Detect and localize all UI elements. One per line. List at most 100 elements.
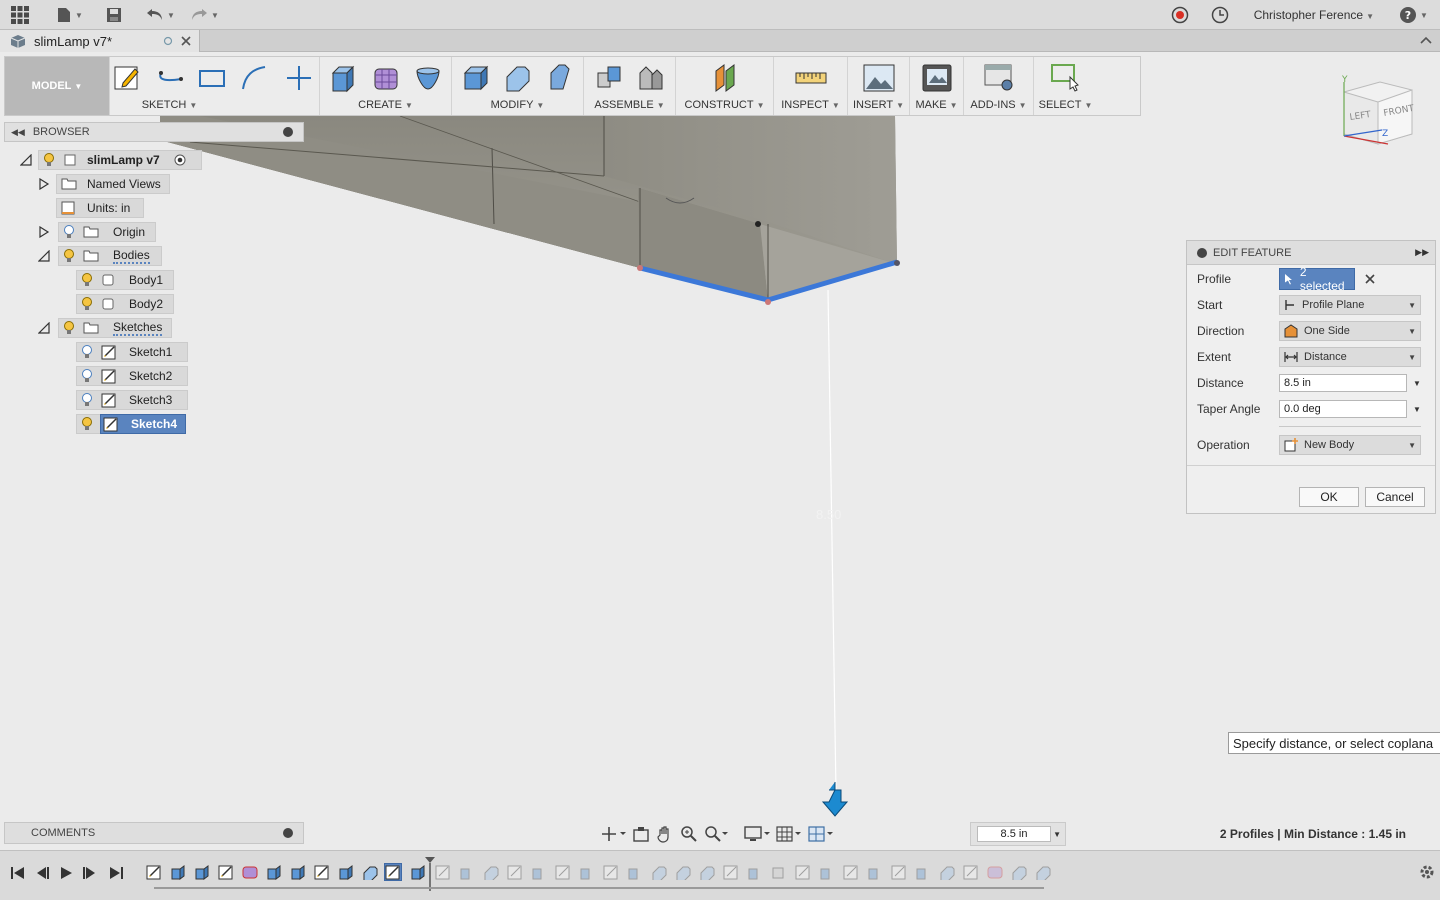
start-select[interactable]: Profile Plane ▼: [1279, 295, 1421, 315]
timeline-feature-extrude[interactable]: [289, 863, 307, 881]
timeline-feature-extrude[interactable]: [866, 863, 884, 881]
grid-settings-icon[interactable]: [776, 825, 802, 843]
select-menu[interactable]: SELECT ▼: [1039, 99, 1093, 113]
pan-hand-icon[interactable]: [656, 825, 674, 843]
add-comment-icon[interactable]: [283, 828, 293, 838]
make-menu[interactable]: MAKE ▼: [915, 99, 957, 113]
record-icon[interactable]: [1171, 6, 1189, 24]
save-icon[interactable]: [106, 6, 122, 24]
timeline-feature-sketch[interactable]: [217, 863, 235, 881]
modify-menu[interactable]: MODIFY ▼: [491, 99, 545, 113]
dialog-collapse-icon[interactable]: [1197, 247, 1207, 258]
3d-print-icon[interactable]: [919, 60, 955, 96]
timeline-feature-active-sketch[interactable]: [384, 863, 402, 881]
expand-toggle-icon[interactable]: [38, 322, 50, 334]
lightbulb-icon[interactable]: [63, 225, 75, 239]
tree-item-named-views[interactable]: Named Views: [56, 174, 170, 194]
timeline-feature-sketch[interactable]: [794, 863, 812, 881]
comments-panel-header[interactable]: COMMENTS: [4, 822, 304, 844]
timeline-feature-sketch[interactable]: [434, 863, 452, 881]
tree-item-root[interactable]: slimLamp v7: [38, 150, 202, 170]
press-pull-icon[interactable]: [458, 60, 494, 96]
tree-item-sketches[interactable]: Sketches: [58, 318, 172, 338]
fillet-icon[interactable]: [500, 60, 536, 96]
apps-grid-icon[interactable]: [11, 6, 29, 24]
clear-selection-icon[interactable]: [1365, 274, 1375, 284]
activate-radio-icon[interactable]: [174, 154, 186, 166]
cancel-button[interactable]: Cancel: [1365, 487, 1425, 507]
play-icon[interactable]: [58, 865, 74, 881]
step-back-icon[interactable]: [34, 865, 50, 881]
tree-item-body1[interactable]: Body1: [76, 270, 174, 290]
timeline-feature-sketch[interactable]: [506, 863, 524, 881]
assemble-menu[interactable]: ASSEMBLE ▼: [594, 99, 664, 113]
timeline-feature-sketch[interactable]: [602, 863, 620, 881]
timeline-feature-sketch[interactable]: [722, 863, 740, 881]
timeline-feature-sketch[interactable]: [145, 863, 163, 881]
timeline-settings-gear-icon[interactable]: [1418, 863, 1436, 881]
line-tool-icon[interactable]: [152, 60, 188, 96]
insert-image-icon[interactable]: [861, 60, 897, 96]
browser-panel-header[interactable]: ◀◀ BROWSER: [4, 122, 304, 142]
timeline-feature-sketch[interactable]: [890, 863, 908, 881]
offset-plane-icon[interactable]: [707, 60, 743, 96]
orbit-icon[interactable]: [600, 825, 626, 843]
tree-item-sketch1[interactable]: Sketch1: [76, 342, 188, 362]
workspace-switcher[interactable]: MODEL ▼: [5, 57, 109, 115]
distance-input[interactable]: 8.5 in: [1279, 374, 1407, 392]
tree-item-bodies[interactable]: Bodies: [58, 246, 162, 266]
create-sketch-icon[interactable]: [110, 60, 146, 96]
lightbulb-icon[interactable]: [63, 249, 75, 263]
lightbulb-icon[interactable]: [81, 345, 93, 359]
tree-item-body2[interactable]: Body2: [76, 294, 174, 314]
browser-pin-icon[interactable]: [283, 127, 293, 137]
expand-toggle-icon[interactable]: [38, 226, 50, 238]
timeline-feature-extrude[interactable]: [818, 863, 836, 881]
timeline-feature-fillet[interactable]: [361, 863, 379, 881]
collapse-up-icon[interactable]: [1420, 35, 1432, 45]
timeline-feature-extrude[interactable]: [458, 863, 476, 881]
taper-dropdown-icon[interactable]: ▼: [1413, 405, 1421, 414]
canvas-viewport[interactable]: 8.50 MODEL ▼ SKETCH ▼ CREATE ▼ MODIFY ▼ …: [0, 52, 1440, 850]
timeline-feature-fillet[interactable]: [1034, 863, 1052, 881]
tree-item-sketch4[interactable]: Sketch4: [76, 414, 186, 434]
timeline-feature-extrude[interactable]: [193, 863, 211, 881]
lightbulb-icon[interactable]: [81, 273, 93, 287]
expand-toggle-icon[interactable]: [38, 250, 50, 262]
timeline-feature-extrude[interactable]: [169, 863, 187, 881]
expand-toggle-icon[interactable]: [38, 178, 50, 190]
insert-menu[interactable]: INSERT ▼: [853, 99, 904, 113]
rectangle-tool-icon[interactable]: [194, 60, 230, 96]
dialog-header[interactable]: EDIT FEATURE ▶▶: [1187, 241, 1435, 265]
go-to-start-icon[interactable]: [10, 865, 26, 881]
step-forward-icon[interactable]: [82, 865, 98, 881]
tree-item-sketch3[interactable]: Sketch3: [76, 390, 188, 410]
revolve-icon[interactable]: [410, 60, 446, 96]
taper-angle-input[interactable]: 0.0 deg: [1279, 400, 1407, 418]
measure-icon[interactable]: [793, 60, 829, 96]
operation-select[interactable]: New Body ▼: [1279, 435, 1421, 455]
timeline-feature-fillet[interactable]: [674, 863, 692, 881]
timeline-feature-fillet[interactable]: [938, 863, 956, 881]
user-account-menu[interactable]: Christopher Ference ▼: [1254, 8, 1374, 22]
go-to-end-icon[interactable]: [108, 865, 124, 881]
dialog-expand-icon[interactable]: ▶▶: [1415, 247, 1429, 258]
fit-zoom-icon[interactable]: [704, 825, 728, 843]
view-cube[interactable]: LEFT FRONT Y Z: [1336, 74, 1420, 154]
select-tool-icon[interactable]: [1048, 60, 1084, 96]
file-menu-icon[interactable]: ▼: [56, 6, 83, 24]
extrude-icon[interactable]: [326, 60, 362, 96]
timeline-feature-sketch[interactable]: [554, 863, 572, 881]
direction-select[interactable]: One Side ▼: [1279, 321, 1421, 341]
construct-menu[interactable]: CONSTRUCT ▼: [685, 99, 765, 113]
lightbulb-icon[interactable]: [43, 153, 55, 167]
extent-select[interactable]: Distance ▼: [1279, 347, 1421, 367]
timeline-feature-fillet[interactable]: [650, 863, 668, 881]
lightbulb-icon[interactable]: [63, 321, 75, 335]
tree-item-origin[interactable]: Origin: [58, 222, 156, 242]
timeline-feature-extrude[interactable]: [337, 863, 355, 881]
heads-up-distance-input[interactable]: 8.5 in: [977, 826, 1051, 842]
expand-toggle-icon[interactable]: [20, 154, 32, 166]
timeline-feature-fillet[interactable]: [1010, 863, 1028, 881]
create-menu[interactable]: CREATE ▼: [358, 99, 413, 113]
